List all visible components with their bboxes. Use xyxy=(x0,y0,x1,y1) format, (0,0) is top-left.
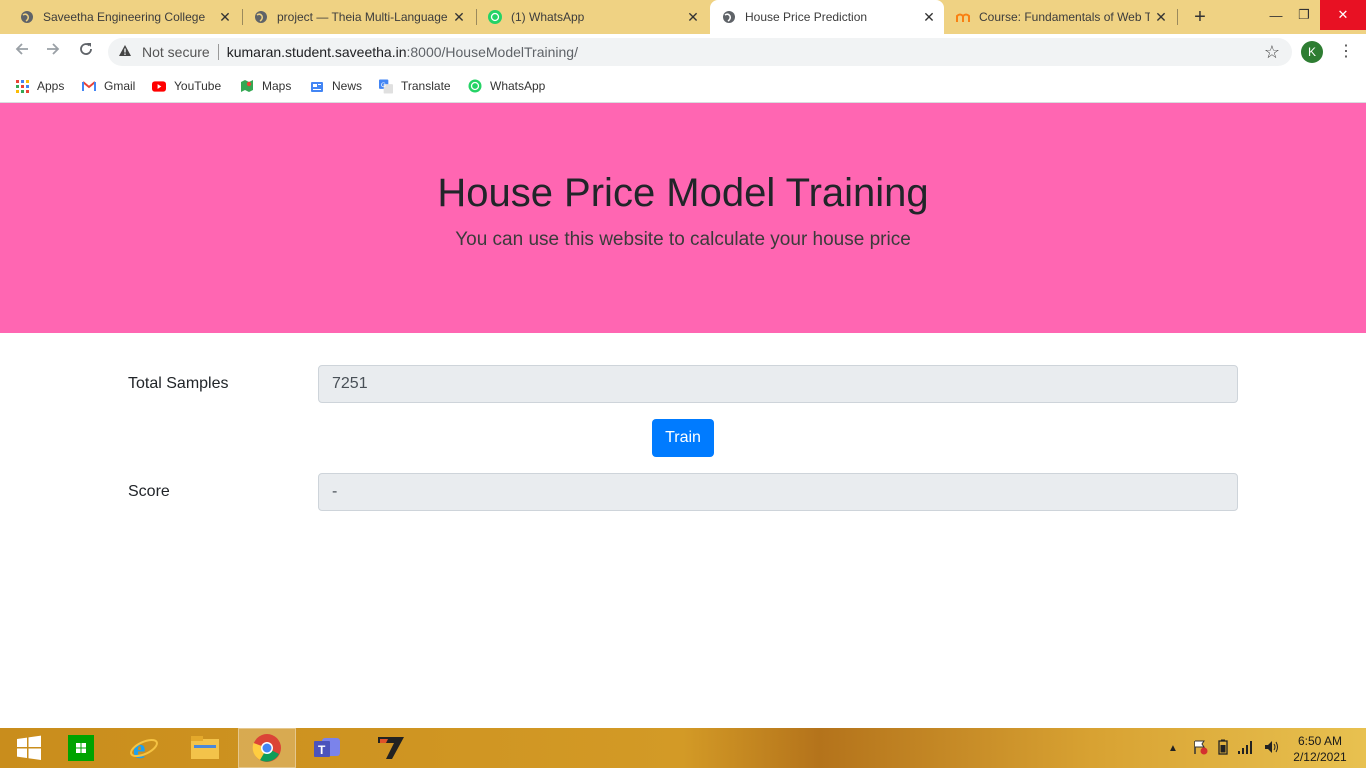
clock-time: 6:50 AM xyxy=(1297,734,1343,748)
bookmark-youtube[interactable]: YouTube xyxy=(152,76,221,96)
tab-title: Course: Fundamentals of Web T xyxy=(979,10,1150,24)
total-samples-field[interactable]: 7251 xyxy=(318,365,1238,403)
bookmark-label: Translate xyxy=(401,79,451,93)
close-icon[interactable]: ✕ xyxy=(448,9,470,26)
tab-saveetha[interactable]: Saveetha Engineering College ✕ xyxy=(0,0,240,34)
close-icon[interactable]: ✕ xyxy=(918,9,940,26)
tab-title: House Price Prediction xyxy=(745,10,868,24)
menu-icon[interactable]: ⋮ xyxy=(1338,42,1354,62)
bookmark-label: News xyxy=(332,79,363,93)
url-host: kumaran.student.saveetha.in xyxy=(226,44,407,60)
bookmark-maps[interactable]: Maps xyxy=(240,76,291,96)
bookmark-whatsapp[interactable]: WhatsApp xyxy=(468,76,545,96)
close-icon[interactable]: ✕ xyxy=(214,9,236,26)
tab-strip: Saveetha Engineering College ✕ project —… xyxy=(0,0,1366,34)
bookmark-label: WhatsApp xyxy=(490,79,546,93)
svg-text:T: T xyxy=(318,743,326,757)
store-icon[interactable] xyxy=(52,728,110,768)
taskbar: e T ▲ 6:50 AM 2/12/2021 xyxy=(0,728,1366,768)
score-field[interactable]: - xyxy=(318,473,1238,511)
battery-icon[interactable] xyxy=(1218,739,1228,758)
minimize-button[interactable]: — xyxy=(1264,0,1288,30)
bookmark-star-icon[interactable]: ☆ xyxy=(1264,42,1280,63)
chrome-icon[interactable] xyxy=(238,728,296,768)
browser-toolbar: Not secure kumaran.student.saveetha.in :… xyxy=(0,34,1366,70)
bookmarks-bar: Apps Gmail YouTube Maps News G Translate xyxy=(0,70,1366,103)
tab-whatsapp[interactable]: (1) WhatsApp ✕ xyxy=(468,0,708,34)
tab-title: project — Theia Multi-Language xyxy=(277,10,448,24)
volume-icon[interactable] xyxy=(1264,740,1280,757)
svg-text:G: G xyxy=(381,81,386,88)
maps-icon xyxy=(240,79,254,93)
show-hidden-icons[interactable]: ▲ xyxy=(1168,743,1182,754)
file-explorer-icon[interactable] xyxy=(176,728,234,768)
bookmark-label: Gmail xyxy=(104,79,136,93)
tab-title: Saveetha Engineering College xyxy=(43,10,206,24)
bookmark-label: YouTube xyxy=(174,79,222,93)
total-samples-label: Total Samples xyxy=(128,375,229,392)
flag-icon[interactable] xyxy=(1192,739,1208,758)
svg-text:e: e xyxy=(133,734,145,763)
bookmark-news[interactable]: News xyxy=(310,76,362,96)
tab-house-price[interactable]: House Price Prediction ✕ xyxy=(710,0,944,34)
tab-title: (1) WhatsApp xyxy=(511,10,585,24)
apps-grid-icon xyxy=(15,79,29,93)
page-title: House Price Model Training xyxy=(437,171,929,215)
globe-icon xyxy=(20,10,34,24)
bookmark-apps[interactable]: Apps xyxy=(15,76,64,96)
address-bar[interactable]: Not secure kumaran.student.saveetha.in :… xyxy=(108,38,1292,66)
page-subtitle: You can use this website to calculate yo… xyxy=(455,229,911,250)
train-button[interactable]: Train xyxy=(652,419,714,457)
restore-button[interactable]: ❐ xyxy=(1292,0,1316,30)
tab-separator xyxy=(1177,9,1178,25)
close-icon[interactable]: ✕ xyxy=(1150,9,1172,26)
url-path: :8000/HouseModelTraining/ xyxy=(406,44,578,60)
avatar[interactable]: K xyxy=(1301,41,1323,63)
new-tab-button[interactable]: + xyxy=(1190,6,1210,29)
globe-icon xyxy=(722,10,736,24)
system-tray: ▲ xyxy=(1168,728,1280,768)
warning-icon xyxy=(118,44,134,60)
tab-theia[interactable]: project — Theia Multi-Language ✕ xyxy=(234,0,474,34)
internet-explorer-icon[interactable]: e xyxy=(115,728,173,768)
hero-banner: House Price Model Training You can use t… xyxy=(0,103,1366,333)
bookmark-gmail[interactable]: Gmail xyxy=(82,76,135,96)
youtube-icon xyxy=(152,79,166,93)
clock-date: 2/12/2021 xyxy=(1293,750,1347,764)
teams-icon[interactable]: T xyxy=(298,728,356,768)
news-icon xyxy=(310,79,324,93)
close-window-button[interactable]: ✕ xyxy=(1320,0,1366,30)
bookmark-translate[interactable]: G Translate xyxy=(379,76,451,96)
translate-icon: G xyxy=(379,79,393,93)
whatsapp-icon xyxy=(488,10,502,24)
back-button[interactable] xyxy=(11,41,33,63)
score-label: Score xyxy=(128,483,170,500)
security-label: Not secure xyxy=(142,44,210,60)
network-signal-icon[interactable] xyxy=(1238,740,1254,757)
divider xyxy=(217,44,219,60)
moodle-icon xyxy=(956,10,970,24)
bookmark-label: Maps xyxy=(262,79,292,93)
close-icon[interactable]: ✕ xyxy=(682,9,704,26)
gmail-icon xyxy=(82,79,96,93)
whatsapp-icon xyxy=(468,79,482,93)
windows-start-icon[interactable] xyxy=(0,728,58,768)
vlc-like-icon[interactable] xyxy=(362,728,420,768)
tab-course[interactable]: Course: Fundamentals of Web T ✕ xyxy=(944,0,1176,34)
reload-button[interactable] xyxy=(75,41,97,63)
forward-button[interactable] xyxy=(42,41,64,63)
clock[interactable]: 6:50 AM 2/12/2021 xyxy=(1290,733,1350,765)
globe-icon xyxy=(254,10,268,24)
bookmark-label: Apps xyxy=(37,79,65,93)
